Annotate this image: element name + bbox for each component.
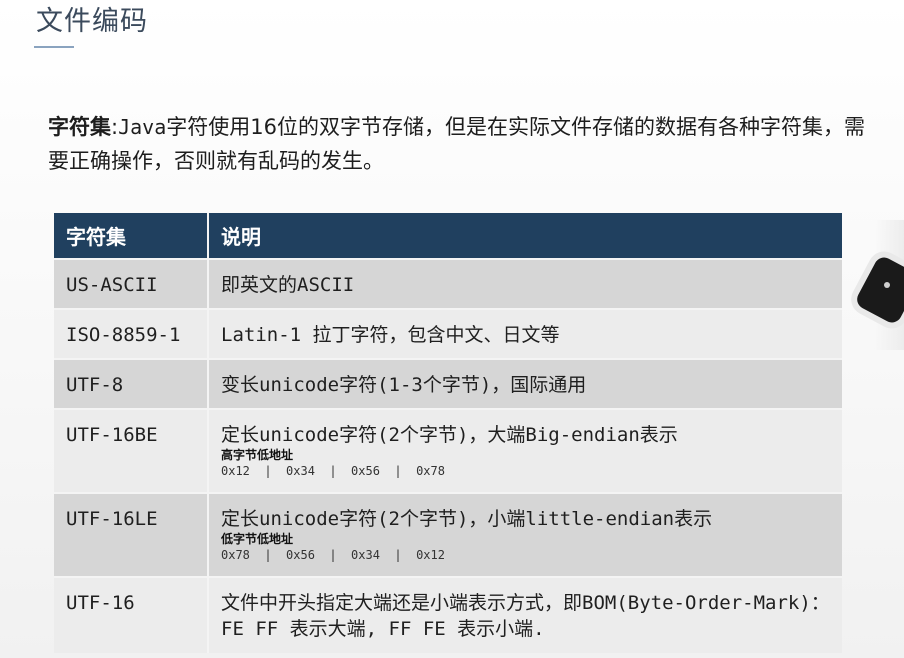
charset-name: ISO-8859-1 [54, 308, 209, 359]
intro-text-part-1: 字符使用 [166, 115, 251, 139]
intro-term: 字符集 [48, 115, 111, 139]
table-row: UTF-16LE 定长unicode字符(2个字节)，小端little-endi… [54, 492, 842, 577]
charset-name: UTF-16LE [54, 492, 209, 577]
charset-name: UTF-8 [54, 358, 209, 409]
header-description: 说明 [208, 213, 842, 259]
table-row: US-ASCII 即英文的ASCII [54, 258, 842, 309]
header-charset: 字符集 [54, 213, 209, 259]
intro-language: Java [118, 115, 167, 139]
table-row: ISO-8859-1 Latin-1 拉丁字符，包含中文、日文等 [54, 308, 842, 359]
charset-description: 文件中开头指定大端还是小端表示方式，即BOM(Byte-Order-Mark)：… [208, 576, 842, 653]
charset-description: 定长unicode字符(2个字节)，大端Big-endian表示 高字节低地址 … [208, 408, 842, 493]
charset-name: UTF-16BE [54, 408, 209, 493]
charset-name: UTF-16 [54, 576, 209, 653]
byte-order-note: 高字节低地址 [221, 448, 294, 462]
slide-title: 文件编码 [36, 6, 148, 37]
intro-paragraph: 字符集:Java字符使用16位的双字节存储，但是在实际文件存储的数据有各种字符集… [48, 110, 878, 178]
byte-sequence: 0x78 | 0x56 | 0x34 | 0x12 [221, 548, 445, 562]
charset-name: US-ASCII [54, 258, 209, 309]
table-row: UTF-16BE 定长unicode字符(2个字节)，大端Big-endian表… [54, 408, 842, 493]
charset-table: 字符集 说明 US-ASCII 即英文的ASCII ISO-8859-1 Lat… [54, 213, 842, 653]
description-text: 定长unicode字符(2个字节)，小端little-endian表示 [221, 508, 713, 530]
intro-bits: 16 [250, 115, 277, 139]
charset-description: 定长unicode字符(2个字节)，小端little-endian表示 低字节低… [208, 492, 842, 577]
byte-sequence: 0x12 | 0x34 | 0x56 | 0x78 [221, 464, 445, 478]
table-header-row: 字符集 说明 [54, 213, 842, 259]
device-edge-decoration [853, 254, 904, 326]
byte-order-note: 低字节低地址 [221, 532, 294, 546]
table-row: UTF-16 文件中开头指定大端还是小端表示方式，即BOM(Byte-Order… [54, 576, 842, 653]
charset-description: 变长unicode字符(1-3个字节)，国际通用 [208, 358, 842, 409]
charset-description: 即英文的ASCII [208, 258, 842, 309]
table-row: UTF-8 变长unicode字符(1-3个字节)，国际通用 [54, 358, 842, 409]
description-text: 定长unicode字符(2个字节)，大端Big-endian表示 [221, 424, 678, 446]
device-indicator-dot [884, 282, 890, 288]
title-underline [34, 46, 74, 48]
charset-description: Latin-1 拉丁字符，包含中文、日文等 [208, 308, 842, 359]
